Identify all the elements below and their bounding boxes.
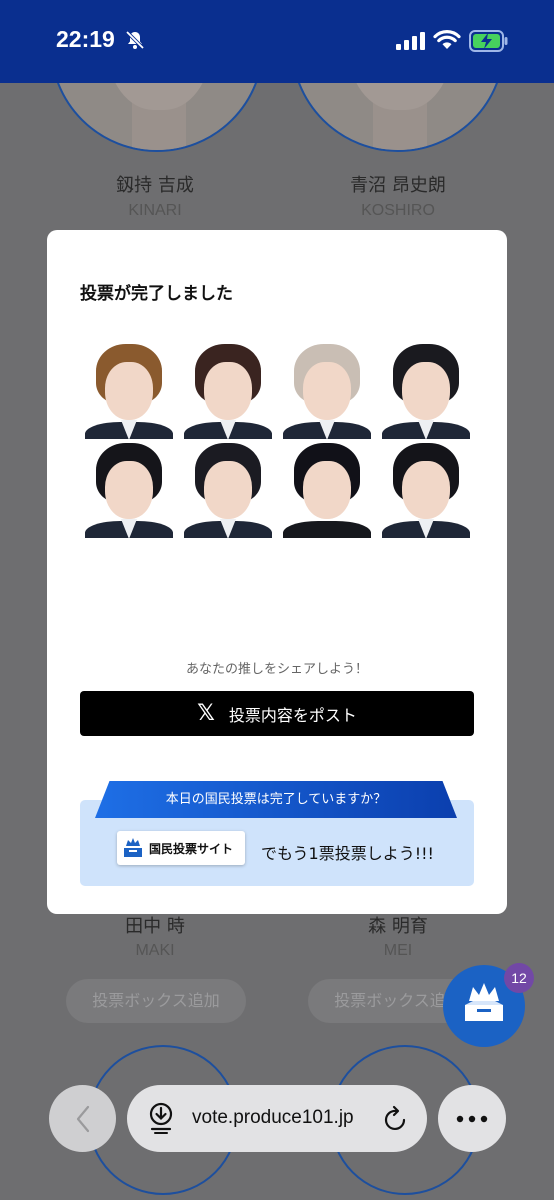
member-photo bbox=[277, 439, 376, 538]
address-bar[interactable]: vote.produce101.jp bbox=[127, 1085, 427, 1152]
member-name: 森 明育 bbox=[368, 916, 428, 937]
member-photo bbox=[79, 439, 178, 538]
dialog-title: 投票が完了しました bbox=[80, 284, 233, 304]
member-roman-name: KOSHIRO bbox=[361, 202, 435, 219]
vote-complete-dialog: 投票が完了しました あなたの推しをシェアしよう！ 𝕏 投票内容をポスト 本日の国… bbox=[47, 230, 507, 914]
member-photo bbox=[376, 439, 475, 538]
member-name: 釼持 吉成 bbox=[116, 175, 194, 196]
member-photo bbox=[178, 439, 277, 538]
site-button-label: 国民投票サイト bbox=[149, 841, 234, 856]
back-button[interactable] bbox=[49, 1085, 116, 1152]
national-vote-ribbon: 本日の国民投票は完了していますか？ bbox=[95, 781, 457, 818]
member-photo bbox=[79, 340, 178, 439]
vote-count-badge: 12 bbox=[504, 963, 534, 993]
member-photo bbox=[376, 340, 475, 439]
member-photo bbox=[277, 340, 376, 439]
member-roman-name: KINARI bbox=[128, 202, 182, 219]
national-vote-site-button[interactable]: 国民投票サイト bbox=[117, 831, 245, 865]
status-time: 22:19 bbox=[56, 26, 115, 52]
post-button-label: 投票内容をポスト bbox=[228, 705, 357, 725]
ellipsis-icon bbox=[456, 1115, 488, 1122]
x-logo-icon: 𝕏 bbox=[197, 701, 215, 726]
member-roman-name: MAKI bbox=[135, 942, 175, 959]
more-options-button[interactable] bbox=[438, 1085, 506, 1152]
add-vote-box-button[interactable]: 投票ボックス追加 bbox=[66, 979, 246, 1023]
signal-icon bbox=[396, 32, 425, 50]
wifi-icon bbox=[433, 30, 461, 49]
member-name: 田中 時 bbox=[125, 916, 185, 937]
member-roman-name: MEI bbox=[383, 942, 413, 959]
status-bar: 22:19 bbox=[0, 0, 554, 83]
member-photo bbox=[178, 340, 277, 439]
vote-box-icon bbox=[124, 838, 142, 857]
member-name: 青沼 昂史朗 bbox=[350, 175, 446, 196]
reload-icon[interactable] bbox=[383, 1105, 409, 1133]
vote-again-text: でもう1票投票しよう!!! bbox=[261, 844, 434, 863]
download-icon[interactable] bbox=[147, 1102, 175, 1134]
chevron-left-icon bbox=[76, 1105, 89, 1132]
url-text: vote.produce101.jp bbox=[192, 1107, 354, 1128]
bell-muted-icon bbox=[125, 30, 145, 50]
voted-members-grid bbox=[79, 340, 475, 538]
share-prompt: あなたの推しをシェアしよう！ bbox=[185, 662, 368, 677]
battery-charging-icon bbox=[469, 30, 508, 52]
post-to-x-button[interactable]: 𝕏 投票内容をポスト bbox=[80, 691, 474, 736]
